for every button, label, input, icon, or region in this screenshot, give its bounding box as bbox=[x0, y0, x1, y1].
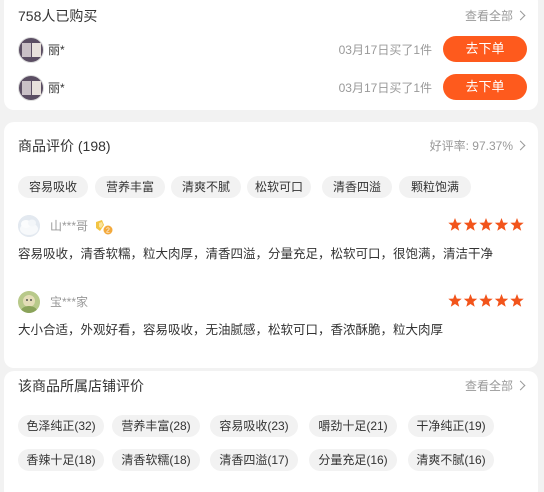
reviewer-name: 宝***家 bbox=[50, 295, 89, 309]
shop-review-tag[interactable]: 清香软糯(18) bbox=[112, 449, 200, 471]
star-icon bbox=[463, 218, 478, 231]
avatar-image bbox=[18, 291, 40, 313]
star-icon bbox=[494, 218, 509, 231]
review-item: 山***哥 2 容易吸收，清香软糯，粒大肉厚，清香四溢，分量充足，松软可口，很饱… bbox=[4, 215, 538, 265]
shop-review-tag[interactable]: 干净纯正(19) bbox=[408, 415, 494, 437]
shop-review-tag[interactable]: 容易吸收(23) bbox=[210, 415, 298, 437]
reviews-header: 商品评价 (198) 好评率: 97.37% bbox=[4, 134, 538, 158]
buyer-name: 丽* bbox=[48, 81, 65, 95]
shop-review-tag[interactable]: 嚼劲十足(21) bbox=[309, 415, 397, 437]
shop-review-tag[interactable]: 香辣十足(18) bbox=[18, 449, 104, 471]
star-icon bbox=[479, 294, 493, 307]
view-all-label: 查看全部 bbox=[464, 379, 513, 393]
buyer-row: 丽* 03月17日买了1件 去下单 bbox=[4, 73, 538, 103]
review-tag[interactable]: 松软可口 bbox=[247, 176, 311, 198]
star-icon bbox=[448, 294, 462, 307]
purchase-time: 03月17日买了1件 bbox=[338, 81, 432, 95]
shop-view-all-link[interactable]: 查看全部 bbox=[464, 374, 526, 398]
buyers-title: 758人已购买 bbox=[18, 8, 98, 24]
reviewer-name: 山***哥 bbox=[50, 219, 89, 233]
star-icon bbox=[463, 294, 478, 307]
badge-level: 2 bbox=[106, 228, 110, 235]
shop-review-tag[interactable]: 清爽不腻(16) bbox=[408, 449, 494, 471]
review-text: 大小合适，外观好看，容易吸收，无油腻感，松软可口，香浓酥脆，粒大肉厚 bbox=[18, 323, 444, 337]
review-tag[interactable]: 颗粒饱满 bbox=[399, 176, 471, 198]
reviews-card: 商品评价 (198) 好评率: 97.37% 容易吸收 营养丰富 清爽不腻 松软… bbox=[4, 122, 538, 368]
avatar bbox=[18, 291, 40, 313]
shop-review-tag[interactable]: 营养丰富(28) bbox=[112, 415, 200, 437]
chevron-right-icon bbox=[515, 140, 526, 151]
rating-link[interactable]: 好评率: 97.37% bbox=[429, 134, 526, 158]
review-tag[interactable]: 清爽不腻 bbox=[171, 176, 241, 198]
place-order-button[interactable]: 去下单 bbox=[443, 74, 527, 100]
buyers-view-all-link[interactable]: 查看全部 bbox=[464, 4, 526, 28]
avatar bbox=[18, 75, 44, 101]
star-icon bbox=[510, 294, 524, 307]
shop-reviews-title: 该商品所属店铺评价 bbox=[18, 378, 144, 394]
star-icon bbox=[448, 218, 462, 231]
buyers-header: 758人已购买 查看全部 bbox=[4, 4, 538, 28]
avatar bbox=[18, 37, 44, 63]
shop-review-tag[interactable]: 色泽纯正(32) bbox=[18, 415, 104, 437]
avatar-image bbox=[18, 215, 40, 237]
buyers-card: 758人已购买 查看全部 丽* 03月17日买了1件 去下单 丽* 03月17日… bbox=[4, 0, 538, 110]
avatar bbox=[18, 215, 40, 237]
reviews-title: 商品评价 (198) bbox=[18, 138, 111, 154]
review-text: 容易吸收，清香软糯，粒大肉厚，清香四溢，分量充足，松软可口，很饱满，清洁干净 bbox=[18, 247, 494, 261]
star-rating bbox=[448, 218, 524, 231]
chevron-right-icon bbox=[515, 380, 526, 391]
shop-reviews-header: 该商品所属店铺评价 查看全部 bbox=[4, 374, 538, 398]
star-rating bbox=[448, 294, 524, 307]
star-icon bbox=[510, 218, 524, 231]
purchase-time: 03月17日买了1件 bbox=[338, 43, 432, 57]
place-order-button[interactable]: 去下单 bbox=[443, 36, 527, 62]
positive-rate: 好评率: 97.37% bbox=[429, 139, 513, 153]
review-tag[interactable]: 容易吸收 bbox=[18, 176, 88, 198]
view-all-label: 查看全部 bbox=[464, 9, 513, 23]
review-item: 宝***家 大小合适，外观好看，容易吸收，无油腻感，松软可口，香浓酥脆，粒大肉厚 bbox=[4, 291, 538, 341]
buyer-name: 丽* bbox=[48, 43, 65, 57]
star-icon bbox=[479, 218, 493, 231]
buyer-row: 丽* 03月17日买了1件 去下单 bbox=[4, 35, 538, 65]
shop-review-tag[interactable]: 清香四溢(17) bbox=[210, 449, 298, 471]
member-badge-icon: 2 bbox=[96, 220, 113, 235]
review-tag[interactable]: 清香四溢 bbox=[322, 176, 392, 198]
chevron-right-icon bbox=[515, 10, 526, 21]
shop-reviews-card: 该商品所属店铺评价 查看全部 色泽纯正(32) 营养丰富(28) 容易吸收(23… bbox=[4, 371, 538, 492]
shop-review-tag[interactable]: 分量充足(16) bbox=[309, 449, 397, 471]
review-tag[interactable]: 营养丰富 bbox=[95, 176, 165, 198]
star-icon bbox=[494, 294, 509, 307]
